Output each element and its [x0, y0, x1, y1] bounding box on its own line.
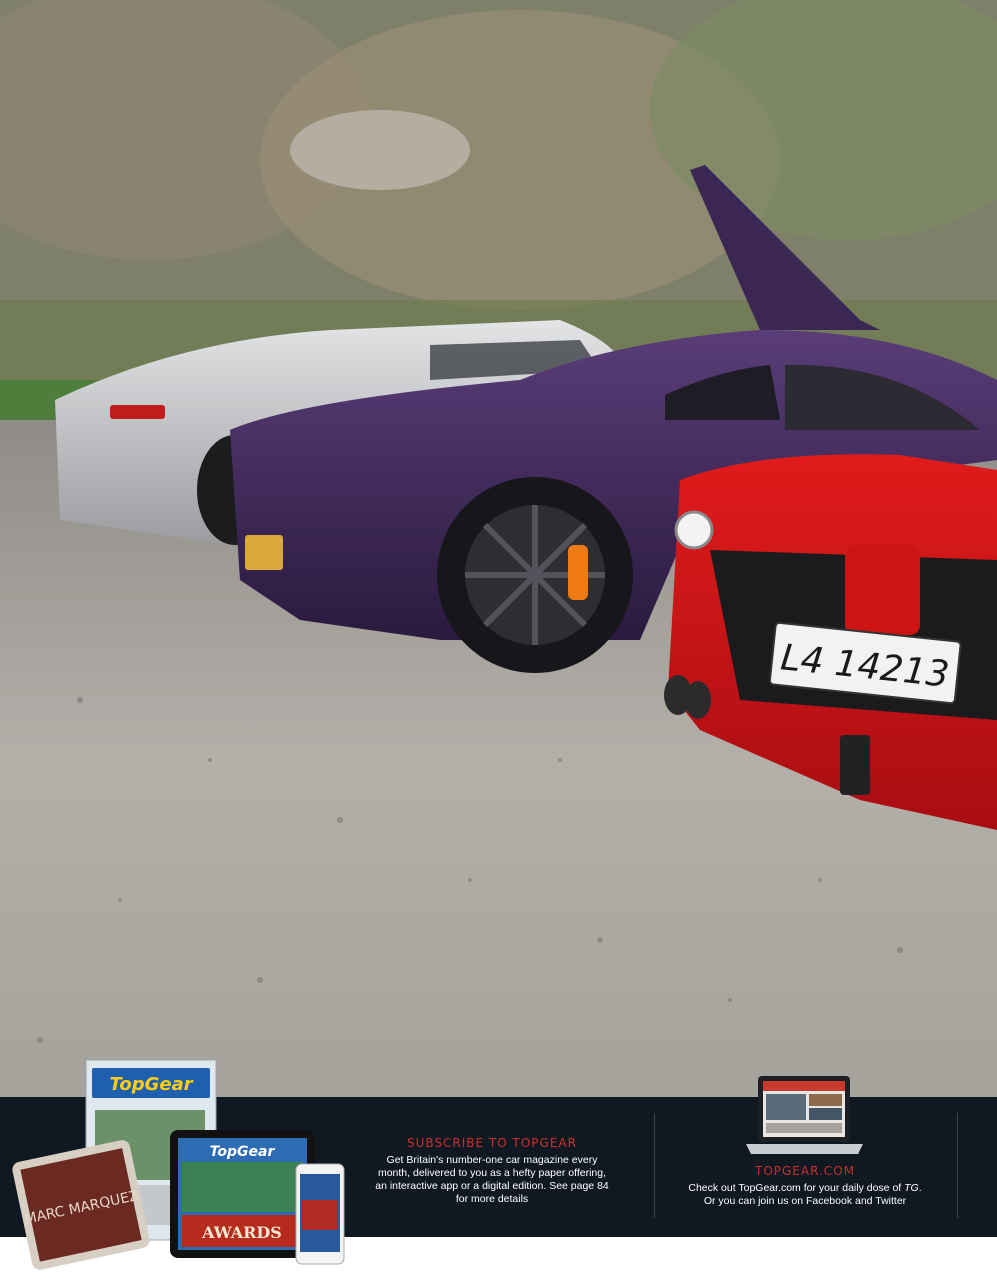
website-title: TOPGEAR.COM	[754, 1164, 855, 1178]
magazine-devices-illustration: TopGear MARC MARQUEZ TopGear AWARDS	[12, 1059, 345, 1270]
subscribe-body: Get Britain's number-one car magazine ev…	[375, 1154, 609, 1205]
footer-divider	[654, 1113, 655, 1218]
website-body-line2: Or you can join us on Facebook and Twitt…	[703, 1195, 907, 1207]
website-body: Check out TopGear.com for your daily dos…	[670, 1182, 940, 1208]
footer-divider	[957, 1113, 958, 1218]
website-body-prefix: Check out TopGear.com for your daily dos…	[688, 1182, 905, 1194]
hero-photo: L4 14213	[0, 0, 997, 1097]
awards-text: AWARDS	[201, 1223, 282, 1242]
laptop-illustration	[746, 1076, 863, 1154]
website-block: TOPGEAR.COM Check out TopGear.com for yo…	[670, 1164, 940, 1208]
website-body-suffix: .	[918, 1182, 922, 1194]
subscribe-block: SUBSCRIBE TO TOPGEAR Get Britain's numbe…	[372, 1136, 612, 1206]
ipad-logo: TopGear	[210, 1144, 276, 1160]
subscribe-title: SUBSCRIBE TO TOPGEAR	[407, 1136, 577, 1150]
website-body-em: TG	[904, 1182, 919, 1194]
cars-illustration: L4 14213	[0, 0, 997, 1097]
magazine-logo: TopGear	[109, 1074, 193, 1095]
